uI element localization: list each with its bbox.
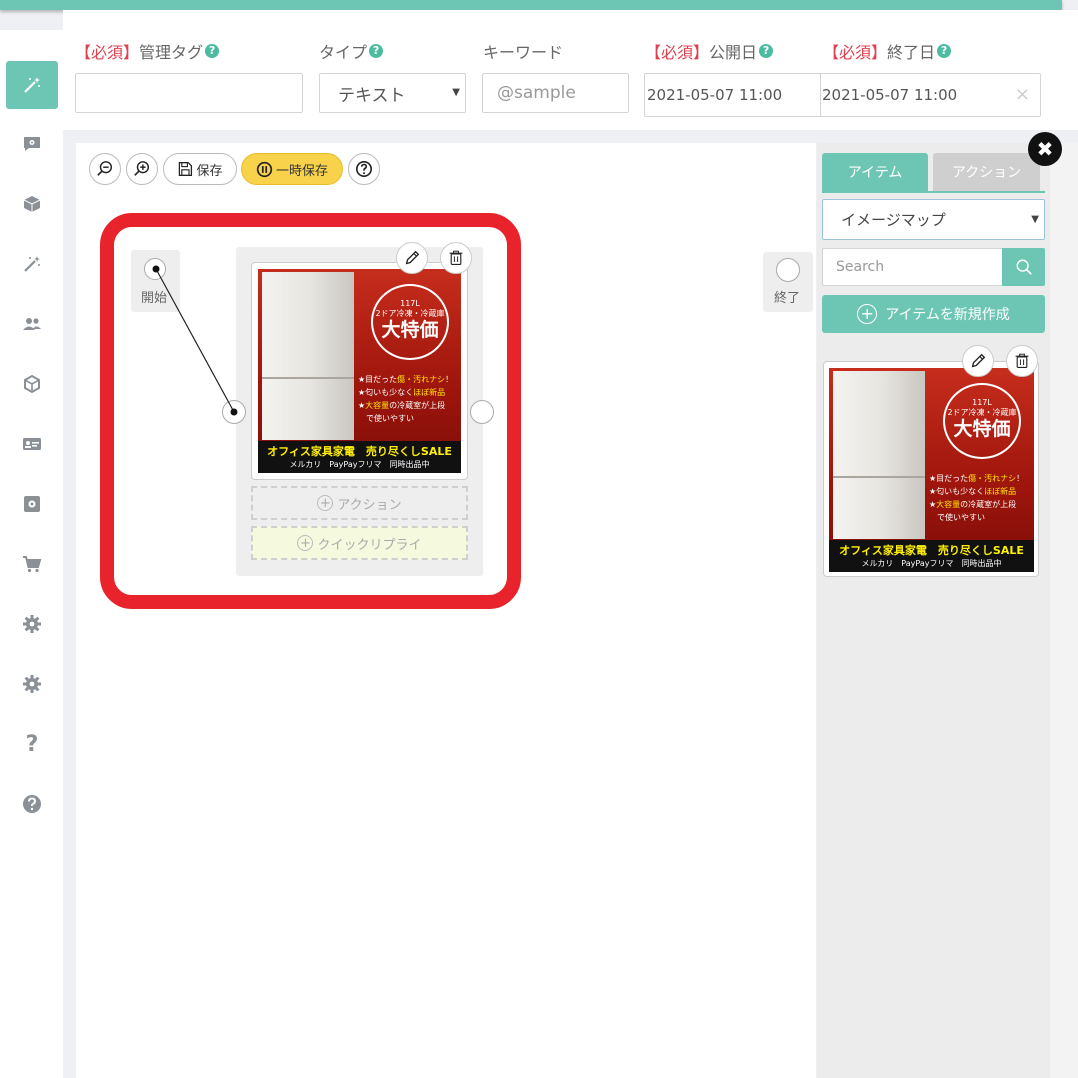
type-select[interactable]: テキスト ▼ xyxy=(319,73,466,113)
price-bubble: 117L 2ドア冷凍・冷蔵庫 大特価 xyxy=(943,383,1021,459)
cube-icon xyxy=(24,374,40,394)
feature-list: ★目だった傷・汚れナシ！ ★匂いも少なくほぼ新品 ★大容量の冷蔵室が上段 で使い… xyxy=(929,474,1025,522)
end-date-input[interactable]: 2021-05-07 11:00 × xyxy=(820,73,1041,117)
close-button[interactable]: ✖ xyxy=(1028,132,1062,166)
highlight-frame xyxy=(100,213,521,609)
help-circle-icon xyxy=(23,795,41,813)
panel-delete-button[interactable] xyxy=(1006,345,1038,377)
gear-box-icon xyxy=(24,496,40,512)
zoom-out-icon xyxy=(97,161,113,176)
sidebar-item-users[interactable] xyxy=(6,300,58,348)
gear-icon xyxy=(23,675,41,693)
tag-label: 【必須】 管理タグ ? xyxy=(75,39,220,63)
zoom-in-button[interactable] xyxy=(126,153,158,185)
id-card-icon xyxy=(23,438,41,450)
keyword-input[interactable]: @sample xyxy=(482,73,629,113)
new-item-button[interactable]: + アイテムを新規作成 xyxy=(822,295,1045,333)
sidebar-item-chat[interactable] xyxy=(6,120,58,168)
type-label: タイプ ? xyxy=(319,39,384,63)
help-circle-icon xyxy=(355,160,373,178)
help-icon[interactable]: ? xyxy=(937,44,952,58)
sidebar-item-help[interactable]: ? xyxy=(6,720,58,768)
pause-icon xyxy=(256,161,273,177)
sidebar-item-settings-2[interactable] xyxy=(6,660,58,708)
search-input[interactable]: Search xyxy=(822,248,1003,286)
tab-underline xyxy=(822,191,1045,193)
temp-save-button[interactable]: 一時保存 xyxy=(241,153,343,185)
sidebar-item-magic-2[interactable] xyxy=(6,240,58,288)
header-form: 【必須】 管理タグ ? タイプ ? テキスト ▼ キーワード @sample 【… xyxy=(63,10,1078,130)
magic-wand-icon xyxy=(24,77,40,93)
right-gutter xyxy=(1050,143,1078,1078)
end-label: 終了 xyxy=(774,291,801,306)
chat-gear-icon xyxy=(24,137,40,151)
item-type-select[interactable]: イメージマップ ▼ xyxy=(822,199,1045,240)
sidebar-item-help-circle[interactable] xyxy=(6,780,58,828)
save-button[interactable]: 保存 xyxy=(163,153,237,185)
help-button[interactable] xyxy=(348,153,380,185)
panel-item-card[interactable]: 117L 2ドア冷凍・冷蔵庫 大特価 ★目だった傷・汚れナシ！ ★匂いも少なくほ… xyxy=(823,361,1039,577)
caret-down-icon: ▼ xyxy=(452,87,460,98)
sidebar: ? xyxy=(0,30,63,1078)
help-icon[interactable]: ? xyxy=(759,44,774,58)
sidebar-item-cube[interactable] xyxy=(6,360,58,408)
top-bar xyxy=(0,0,1062,10)
panel-item-image: 117L 2ドア冷凍・冷蔵庫 大特価 ★目だった傷・汚れナシ！ ★匂いも少なくほ… xyxy=(829,368,1034,572)
box-icon xyxy=(23,196,41,212)
question-icon: ? xyxy=(25,731,39,757)
magic-wand-icon xyxy=(24,256,40,272)
search-button[interactable] xyxy=(1002,248,1045,286)
save-icon xyxy=(179,161,193,177)
help-icon[interactable]: ? xyxy=(369,44,384,58)
help-icon[interactable]: ? xyxy=(205,44,220,58)
plus-icon: + xyxy=(857,304,878,324)
sidebar-item-magic[interactable] xyxy=(6,61,58,109)
sidebar-item-settings[interactable] xyxy=(6,600,58,648)
panel-edit-button[interactable] xyxy=(962,345,994,377)
fridge-graphic xyxy=(833,371,925,539)
sidebar-item-cart[interactable] xyxy=(6,540,58,588)
tab-actions[interactable]: アクション xyxy=(933,153,1040,191)
pencil-icon xyxy=(971,353,986,368)
publish-label: 【必須】 公開日 ? xyxy=(645,39,774,63)
trash-icon xyxy=(1015,353,1029,368)
tag-input[interactable] xyxy=(75,73,303,113)
sidebar-item-card[interactable] xyxy=(6,420,58,468)
sidebar-item-settings-box[interactable] xyxy=(6,480,58,528)
search-icon xyxy=(1016,259,1032,275)
zoom-in-icon xyxy=(134,161,150,176)
end-label: 【必須】 終了日 ? xyxy=(823,39,952,63)
cart-icon xyxy=(23,556,42,573)
ad-footer: オフィス家具家電 売り尽くしSALE メルカリ PayPayフリマ 同時出品中 xyxy=(829,540,1034,572)
tab-items[interactable]: アイテム xyxy=(822,153,928,191)
end-connector[interactable] xyxy=(776,258,800,282)
zoom-out-button[interactable] xyxy=(89,153,121,185)
sidebar-item-box[interactable] xyxy=(6,180,58,228)
users-icon xyxy=(23,318,41,330)
gear-icon xyxy=(23,615,41,633)
clear-icon[interactable]: × xyxy=(1015,84,1030,105)
caret-down-icon: ▼ xyxy=(1031,214,1039,225)
keyword-label: キーワード xyxy=(483,43,564,62)
end-node[interactable]: 終了 xyxy=(763,252,813,312)
